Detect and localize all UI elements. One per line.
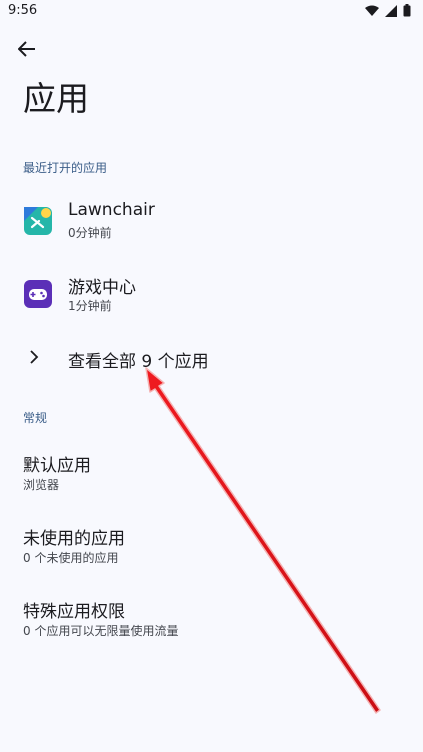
- app-last-used: 1分钟前: [68, 299, 112, 313]
- pref-summary: 0 个应用可以无限量使用流量: [23, 624, 179, 638]
- back-button[interactable]: [12, 34, 42, 64]
- pref-title: 默认应用: [23, 456, 91, 476]
- pref-summary: 0 个未使用的应用: [23, 551, 119, 565]
- signal-icon: [385, 4, 397, 17]
- game-center-app-icon: [24, 280, 52, 308]
- special-app-access-item[interactable]: 特殊应用权限 0 个应用可以无限量使用流量: [0, 597, 423, 653]
- general-header: 常规: [23, 411, 48, 425]
- status-icons: [365, 4, 411, 17]
- recent-app-game-center[interactable]: 游戏中心 1分钟前: [0, 268, 423, 330]
- back-arrow-icon: [18, 41, 35, 57]
- page-title: 应用: [23, 79, 89, 118]
- pref-summary: 浏览器: [23, 478, 60, 492]
- status-bar: 9:56: [0, 0, 423, 24]
- see-all-apps-label: 查看全部 9 个应用: [68, 352, 209, 372]
- pref-title: 未使用的应用: [23, 529, 125, 549]
- app-last-used: 0分钟前: [68, 226, 112, 240]
- battery-icon: [403, 4, 411, 17]
- recent-app-lawnchair[interactable]: Lawnchair 0分钟前: [0, 195, 423, 257]
- recent-apps-header: 最近打开的应用: [23, 161, 108, 175]
- app-name: 游戏中心: [68, 278, 136, 298]
- pref-title: 特殊应用权限: [23, 602, 125, 622]
- lawnchair-app-icon: [24, 207, 52, 235]
- see-all-apps-button[interactable]: 查看全部 9 个应用: [0, 340, 423, 376]
- default-apps-item[interactable]: 默认应用 浏览器: [0, 451, 423, 507]
- chevron-right-icon: [30, 350, 39, 364]
- status-time: 9:56: [8, 3, 38, 18]
- unused-apps-item[interactable]: 未使用的应用 0 个未使用的应用: [0, 524, 423, 580]
- wifi-icon: [365, 5, 379, 16]
- app-name: Lawnchair: [68, 200, 155, 220]
